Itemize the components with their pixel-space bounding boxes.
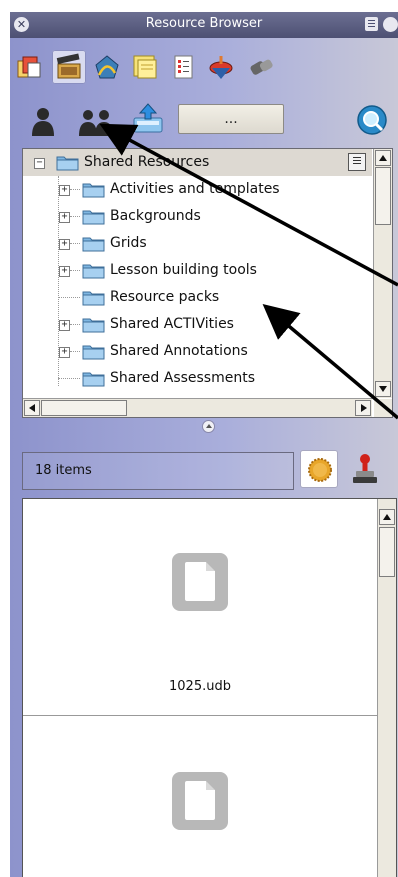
annotation-arrows [99, 123, 398, 420]
arrow-to-group-users [99, 123, 398, 287]
arrow-to-tree [262, 303, 398, 420]
